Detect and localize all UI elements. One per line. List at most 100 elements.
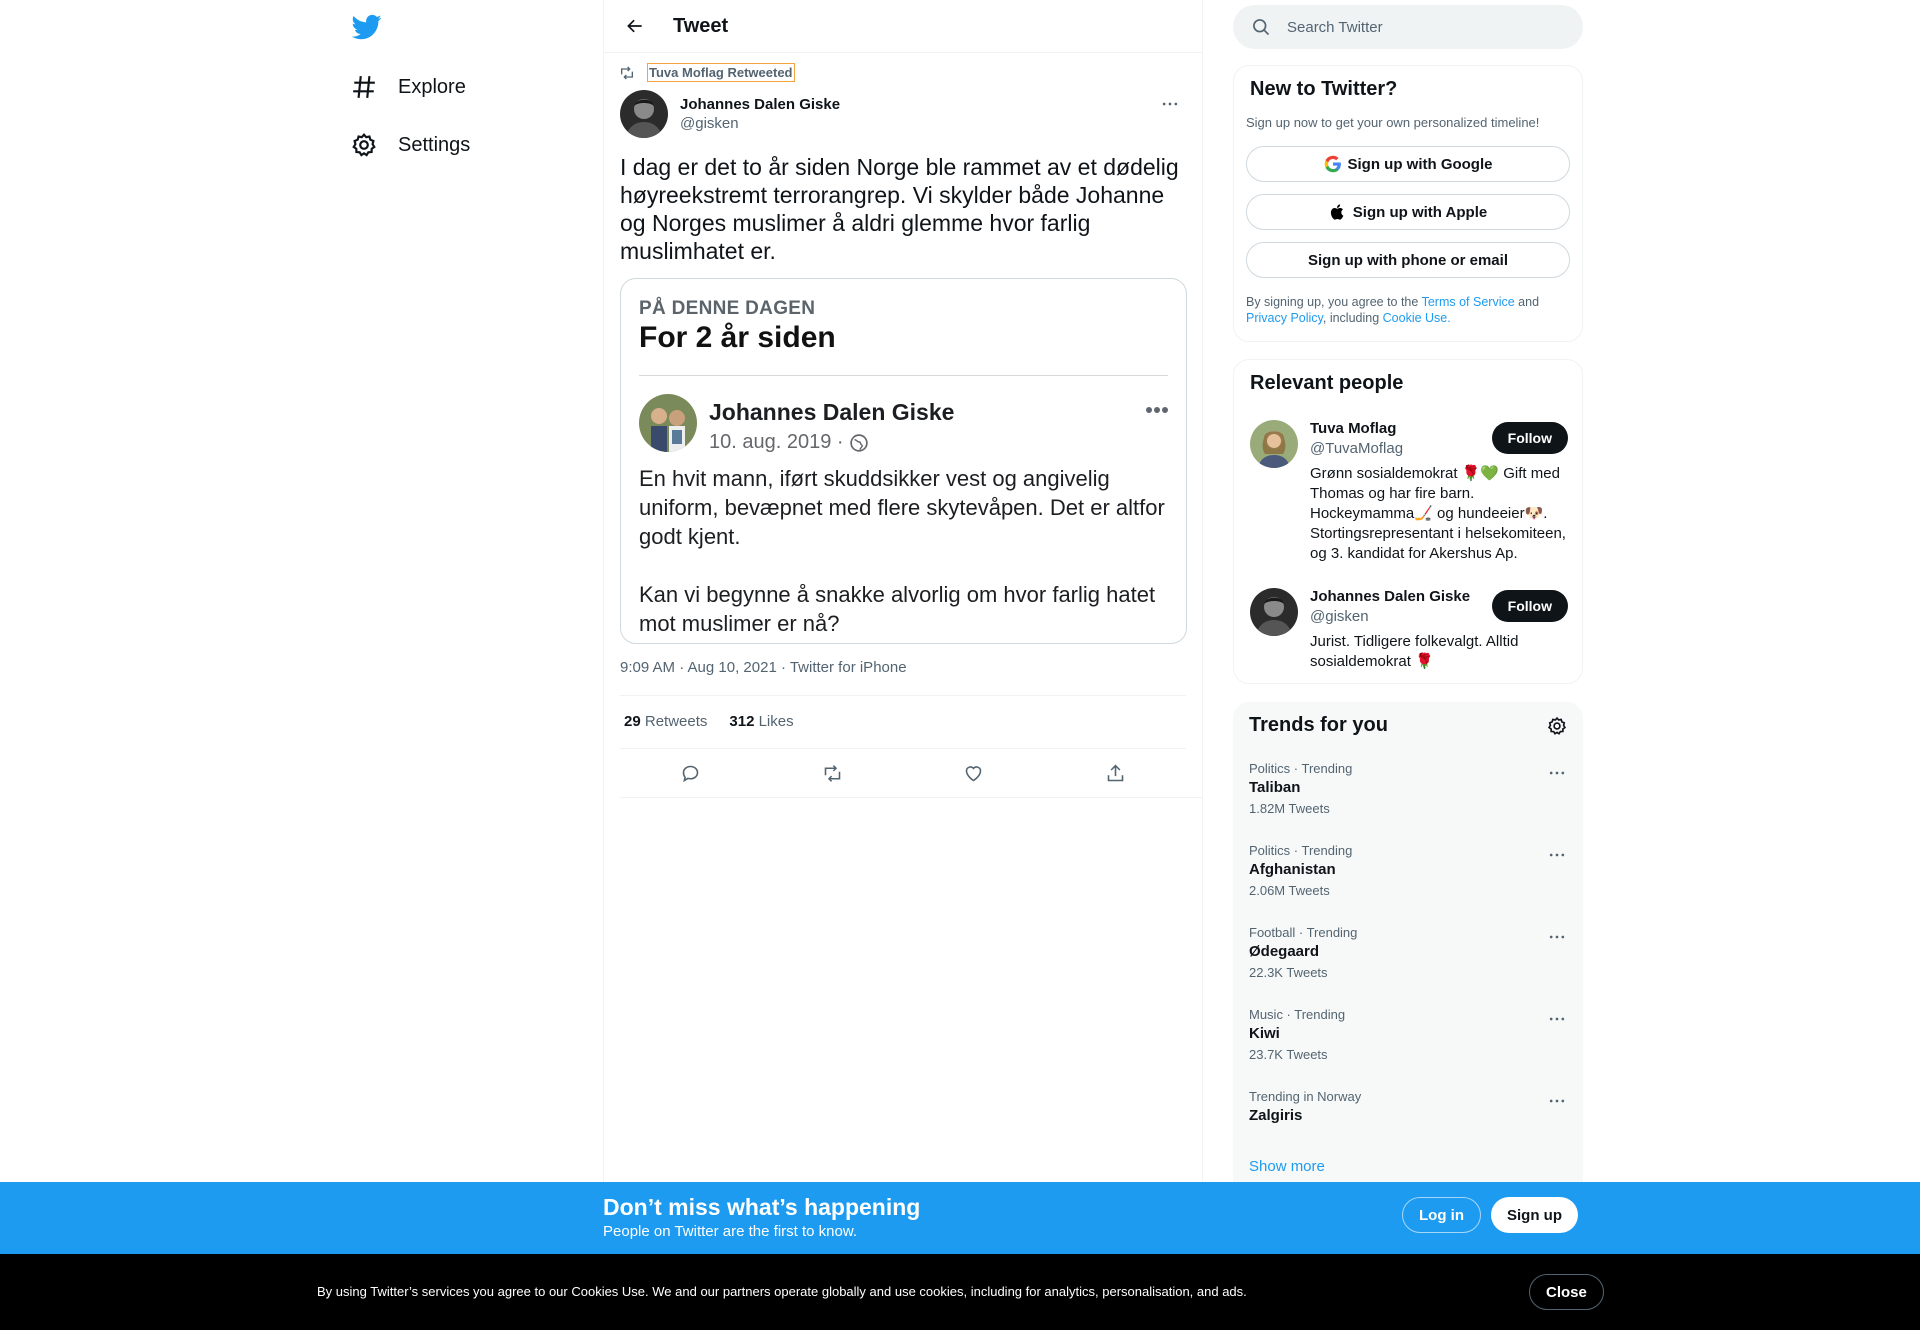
follow-button[interactable]: Follow (1491, 422, 1568, 454)
signup-banner-subtitle: People on Twitter are the first to know. (603, 1223, 858, 1240)
more-icon (1549, 771, 1565, 775)
retweet-icon (824, 764, 841, 782)
relevant-people-title: Relevant people (1250, 372, 1404, 394)
follow-button[interactable]: Follow (1491, 590, 1568, 622)
trend-item[interactable]: Politics · Trending Afghanistan 2.06M Tw… (1249, 843, 1567, 898)
page-title: Tweet (673, 14, 729, 37)
trend-more-button[interactable] (1547, 1091, 1567, 1116)
author-handle[interactable]: @gisken (680, 115, 840, 132)
person-name[interactable]: Tuva Moflag (1310, 420, 1396, 437)
nav-settings-label: Settings (398, 133, 471, 156)
media-author-name: Johannes Dalen Giske (709, 399, 955, 425)
trend-more-button[interactable] (1547, 763, 1567, 788)
terms-of-service-link[interactable]: Terms of Service (1422, 295, 1515, 309)
signup-google-label: Sign up with Google (1347, 155, 1493, 173)
tweet-stats: 29 Retweets 312 Likes (624, 713, 794, 730)
trend-context: Trending in Norway (1249, 1089, 1362, 1104)
trend-item[interactable]: Politics · Trending Taliban 1.82M Tweets (1249, 761, 1567, 816)
author-name[interactable]: Johannes Dalen Giske (680, 96, 840, 113)
avatar[interactable] (1250, 588, 1298, 636)
trend-more-button[interactable] (1547, 845, 1567, 870)
trend-more-button[interactable] (1547, 927, 1567, 952)
like-button[interactable] (956, 755, 992, 791)
signup-button[interactable]: Sign up (1491, 1197, 1578, 1233)
retweet-context: Tuva Moflag Retweeted (619, 63, 795, 82)
heart-icon (965, 765, 982, 781)
avatar[interactable] (620, 90, 668, 138)
twitter-logo-icon[interactable] (351, 12, 382, 42)
person-handle[interactable]: @TuvaMoflag (1310, 440, 1403, 457)
signup-apple-button[interactable]: Sign up with Apple (1246, 194, 1570, 230)
trend-name: Zalgiris (1249, 1107, 1303, 1124)
share-button[interactable] (1097, 755, 1133, 791)
retweets-label: Retweets (644, 713, 708, 730)
search-input[interactable] (1287, 18, 1547, 36)
media-body-paragraph-2: Kan vi begynne å snakke alvorlig om hvor… (639, 582, 1156, 636)
nav-settings[interactable]: Settings (350, 120, 470, 170)
tweet-timestamp[interactable]: 9:09 AM · Aug 10, 2021 · Twitter for iPh… (620, 659, 907, 676)
globe-icon (849, 433, 868, 452)
media-title: For 2 år siden (639, 321, 836, 354)
show-more-link[interactable]: Show more (1249, 1158, 1325, 1175)
person-bio: Jurist. Tidligere folkevalgt. Alltid sos… (1310, 633, 1519, 670)
nav-explore[interactable]: Explore (350, 62, 466, 112)
more-icon (1549, 935, 1565, 939)
trend-name: Afghanistan (1249, 861, 1336, 878)
trend-item[interactable]: Trending in Norway Zalgiris (1249, 1089, 1567, 1124)
search-icon (1253, 19, 1270, 36)
login-button[interactable]: Log in (1402, 1197, 1481, 1233)
search-box[interactable] (1233, 5, 1583, 49)
trend-more-button[interactable] (1547, 1009, 1567, 1034)
avatar[interactable] (1250, 420, 1298, 468)
media-body: En hvit mann, iført skuddsikker vest og … (639, 464, 1174, 638)
signup-google-button[interactable]: Sign up with Google (1246, 146, 1570, 182)
trend-context: Music · Trending (1249, 1007, 1346, 1022)
tweet-more-button[interactable] (1154, 92, 1186, 116)
likes-stat[interactable]: 312 Likes (729, 713, 793, 730)
new-to-twitter-subtitle: Sign up now to get your own personalized… (1246, 115, 1540, 130)
trend-item[interactable]: Music · Trending Kiwi 23.7K Tweets (1249, 1007, 1567, 1062)
divider (620, 695, 1186, 696)
signup-phone-button[interactable]: Sign up with phone or email (1246, 242, 1570, 278)
privacy-policy-link[interactable]: Privacy Policy (1246, 311, 1323, 325)
hashtag-icon (350, 73, 378, 101)
new-to-twitter-card: New to Twitter? Sign up now to get your … (1233, 65, 1583, 342)
legal-text-1: By signing up, you agree to the (1246, 295, 1422, 309)
tweet-media-image[interactable]: PÅ DENNE DAGEN For 2 år siden Johannes D… (620, 278, 1187, 644)
trend-item[interactable]: Football · Trending Ødegaard 22.3K Tweet… (1249, 925, 1567, 980)
new-to-twitter-title: New to Twitter? (1250, 78, 1398, 100)
signup-phone-label: Sign up with phone or email (1307, 251, 1508, 269)
cookie-banner: By using Twitter’s services you agree to… (0, 1254, 1920, 1330)
signup-banner: Don’t miss what’s happening People on Tw… (0, 1182, 1920, 1254)
cookie-close-button[interactable]: Close (1529, 1274, 1604, 1310)
person-name[interactable]: Johannes Dalen Giske (1310, 588, 1470, 605)
divider (620, 748, 1186, 749)
cookie-use-link[interactable]: Cookie Use. (1383, 311, 1451, 325)
google-icon (1324, 155, 1342, 173)
retweet-button[interactable] (814, 755, 850, 791)
retweets-count: 29 (624, 713, 641, 730)
trends-card: Trends for you Politics · Trending Talib… (1233, 702, 1583, 1202)
tweet-author[interactable]: Johannes Dalen Giske @gisken (620, 90, 840, 138)
back-button[interactable] (617, 8, 653, 44)
more-icon (1549, 853, 1565, 857)
legal-text-2: and (1514, 295, 1540, 309)
apple-icon (1329, 203, 1347, 221)
cookie-text: By using Twitter’s services you agree to… (317, 1284, 1247, 1299)
trend-count: 2.06M Tweets (1249, 883, 1330, 898)
retweets-stat[interactable]: 29 Retweets (624, 713, 707, 730)
media-more-icon (1144, 401, 1170, 419)
trend-context: Politics · Trending (1249, 843, 1353, 858)
reply-button[interactable] (673, 755, 709, 791)
retweet-context-link[interactable]: Tuva Moflag Retweeted (647, 63, 795, 82)
media-divider (639, 375, 1168, 376)
media-date: 10. aug. 2019 · (709, 431, 868, 454)
share-icon (1107, 764, 1124, 781)
person-handle[interactable]: @gisken (1310, 608, 1369, 625)
trend-count: 1.82M Tweets (1249, 801, 1330, 816)
trend-context: Football · Trending (1249, 925, 1358, 940)
trends-settings-button[interactable] (1547, 716, 1567, 741)
likes-count: 312 (729, 713, 755, 730)
signup-apple-label: Sign up with Apple (1352, 203, 1488, 221)
primary-column: Tweet Tuva Moflag Retweeted Johannes Dal… (603, 0, 1203, 1330)
